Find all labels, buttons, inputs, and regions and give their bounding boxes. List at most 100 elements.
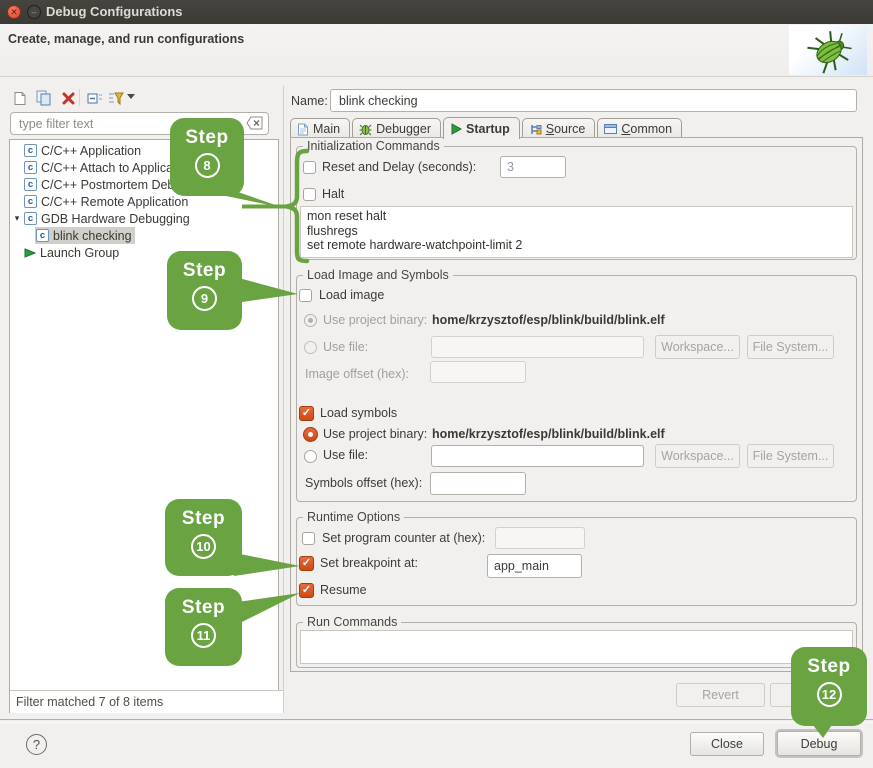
- step-12-badge: Step 12: [791, 647, 867, 726]
- image-use-project-binary-radio: [304, 314, 317, 327]
- c-configuration-icon: c: [24, 195, 37, 208]
- window-title: Debug Configurations: [46, 0, 183, 24]
- name-label: Name:: [291, 94, 328, 108]
- name-input[interactable]: [330, 89, 857, 112]
- close-window-icon[interactable]: ✕: [7, 5, 21, 19]
- minimize-window-icon[interactable]: –: [27, 5, 41, 19]
- tree-item-label: Launch Group: [40, 246, 119, 260]
- delete-configuration-icon[interactable]: [58, 88, 78, 108]
- debugger-tab-icon: [359, 123, 372, 136]
- tree-item-gdb-hardware-debugging[interactable]: ▾c GDB Hardware Debugging: [11, 210, 275, 227]
- image-offset-input: [430, 361, 526, 383]
- collapse-all-icon[interactable]: [85, 88, 105, 108]
- tree-item-inner[interactable]: c GDB Hardware Debugging: [23, 210, 193, 227]
- c-configuration-icon: c: [24, 178, 37, 191]
- new-configuration-icon[interactable]: [10, 88, 30, 108]
- tab-common[interactable]: Common: [597, 118, 682, 139]
- load-symbols-checkbox[interactable]: ✓: [299, 406, 314, 421]
- c-configuration-icon: c: [24, 144, 37, 157]
- set-program-counter-checkbox[interactable]: [302, 532, 315, 545]
- breakpoint-input[interactable]: [487, 554, 582, 578]
- tree-item-c-c-remote-application[interactable]: cC/C++ Remote Application: [11, 193, 275, 210]
- symbols-workspace-button: Workspace...: [655, 444, 740, 468]
- tree-item-blink-checking[interactable]: cblink checking: [11, 227, 275, 244]
- revert-button: Revert: [676, 683, 765, 707]
- tree-item-inner[interactable]: cC/C++ Remote Application: [23, 193, 191, 210]
- reset-delay-input[interactable]: [500, 156, 566, 178]
- main-tab-icon: [297, 123, 309, 136]
- reset-and-delay-label: Reset and Delay (seconds):: [322, 158, 476, 176]
- tab-main[interactable]: Main: [290, 118, 350, 139]
- step-12-text: Step: [807, 656, 850, 678]
- close-button[interactable]: Close: [690, 732, 764, 756]
- symbols-file-system-button: File System...: [747, 444, 834, 468]
- step-8-badge: Step 8: [170, 118, 244, 196]
- symbols-offset-label: Symbols offset (hex):: [305, 474, 422, 492]
- image-workspace-button: Workspace...: [655, 335, 740, 359]
- debug-button[interactable]: Debug: [777, 731, 861, 756]
- init-commands-textarea[interactable]: mon reset halt flushregs set remote hard…: [300, 206, 853, 258]
- tree-item-label: C/C++ Application: [41, 144, 141, 158]
- load-image-checkbox[interactable]: [299, 289, 312, 302]
- panel-sash[interactable]: [283, 86, 284, 713]
- step-9-number: 9: [192, 286, 217, 311]
- clear-filter-icon[interactable]: [246, 116, 264, 130]
- tab-bar: Main DebuggerStartup Source Common: [290, 117, 684, 139]
- symbols-use-project-binary-label: Use project binary:: [323, 425, 427, 443]
- symbols-use-file-label: Use file:: [323, 446, 368, 464]
- tree-item-label: blink checking: [53, 229, 132, 243]
- bug-icon: [789, 25, 867, 75]
- step-12-number: 12: [817, 682, 842, 707]
- symbols-use-project-binary-radio[interactable]: [303, 427, 318, 442]
- image-offset-label: Image offset (hex):: [305, 365, 409, 383]
- c-configuration-icon: c: [24, 161, 37, 174]
- tab-debugger[interactable]: Debugger: [352, 118, 441, 139]
- resume-label: Resume: [320, 581, 367, 599]
- tree-item-inner[interactable]: c C/C++ Application: [23, 142, 144, 159]
- image-use-file-radio: [304, 341, 317, 354]
- runtime-options-legend: Runtime Options: [303, 510, 404, 524]
- c-configuration-icon: c: [24, 212, 37, 225]
- tab-label: Main: [313, 122, 340, 136]
- filter-menu-caret-icon[interactable]: [127, 94, 135, 99]
- step-11-number: 11: [191, 623, 216, 648]
- load-image-symbols-legend: Load Image and Symbols: [303, 268, 453, 282]
- set-breakpoint-label: Set breakpoint at:: [320, 554, 418, 572]
- filter-configurations-icon[interactable]: [106, 88, 126, 108]
- debug-bug-image: [789, 25, 867, 75]
- dialog-subtitle: Create, manage, and run configurations: [8, 32, 244, 46]
- tree-item-label: GDB Hardware Debugging: [41, 212, 190, 226]
- image-use-file-label: Use file:: [323, 338, 368, 356]
- expander-icon[interactable]: ▾: [11, 213, 23, 224]
- tree-item-inner[interactable]: Launch Group: [23, 244, 122, 261]
- load-symbols-label: Load symbols: [320, 404, 397, 422]
- duplicate-configuration-icon[interactable]: [34, 88, 54, 108]
- image-file-input: [431, 336, 644, 358]
- symbols-use-file-radio[interactable]: [304, 450, 317, 463]
- footer-separator: [0, 719, 873, 723]
- halt-checkbox[interactable]: [303, 188, 316, 201]
- symbols-file-input[interactable]: [431, 445, 644, 467]
- tab-startup[interactable]: Startup: [443, 117, 520, 139]
- toolbar-separator: [79, 89, 80, 106]
- set-breakpoint-checkbox[interactable]: ✓: [299, 556, 314, 571]
- step-11-badge: Step 11: [165, 588, 242, 666]
- load-image-label: Load image: [319, 286, 384, 304]
- symbols-offset-input[interactable]: [430, 472, 526, 495]
- help-icon[interactable]: ?: [26, 734, 47, 755]
- launch-group-icon: [24, 247, 40, 259]
- resume-checkbox[interactable]: ✓: [299, 583, 314, 598]
- symbols-project-binary-path: home/krzysztof/esp/blink/build/blink.elf: [432, 425, 665, 443]
- run-commands-textarea[interactable]: [300, 630, 853, 664]
- reset-and-delay-checkbox[interactable]: [303, 161, 316, 174]
- step-8-text: Step: [185, 127, 228, 149]
- tab-source[interactable]: Source: [522, 118, 596, 139]
- startup-tab-icon: [450, 123, 462, 135]
- step-11-text: Step: [182, 597, 225, 619]
- tab-label: Source: [546, 122, 586, 136]
- image-use-project-binary-label: Use project binary:: [323, 311, 427, 329]
- tree-item-inner[interactable]: cblink checking: [35, 227, 135, 244]
- step-8-number: 8: [195, 153, 220, 178]
- program-counter-input: [495, 527, 585, 549]
- image-project-binary-path: home/krzysztof/esp/blink/build/blink.elf: [432, 311, 665, 329]
